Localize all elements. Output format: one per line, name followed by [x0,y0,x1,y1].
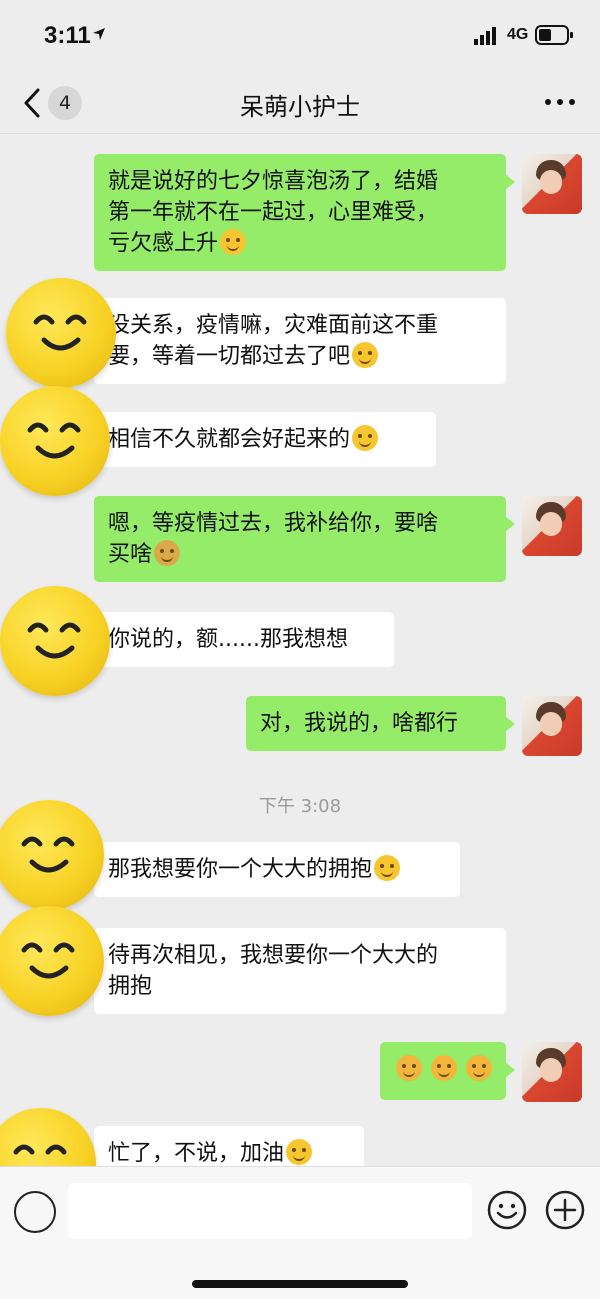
message-text-line: 要，等着一切都过去了吧 [108,341,492,372]
wink-emoji-icon [352,425,379,451]
message-bubble-incoming[interactable]: 那我想要你一个大大的拥抱 [94,842,460,897]
message-text-line: 对，我说的，啥都行 [260,711,459,736]
message-text-line: 你说的，额......那我想想 [108,627,348,652]
chat-title: 呆萌小护士 [240,93,360,121]
home-indicator [192,1280,408,1288]
message-list[interactable]: 就是说好的七夕惊喜泡汤了，结婚 第一年就不在一起过，心里难受， 亏欠感上升 没关… [0,134,600,1166]
location-arrow-icon [93,28,105,40]
emoji-icon[interactable] [486,1189,528,1231]
message-bubble-incoming[interactable]: 你说的，额......那我想想 [94,612,394,667]
flex-emoji-icon [286,1139,313,1165]
message-bubble-incoming[interactable]: 待再次相见，我想要你一个大大的 拥抱 [94,928,506,1014]
self-avatar[interactable] [522,154,582,214]
message-text-line: 拥抱 [108,974,153,999]
message-bubble-outgoing[interactable]: 就是说好的七夕惊喜泡汤了，结婚 第一年就不在一起过，心里难受， 亏欠感上升 [94,154,515,271]
voice-icon[interactable] [14,1191,56,1233]
message-input[interactable] [68,1183,472,1239]
smile-emoji-icon [352,342,379,368]
contact-avatar-smiley-icon[interactable] [0,906,104,1016]
signal-icon [474,27,496,45]
self-avatar[interactable] [522,1042,582,1102]
more-icon[interactable] [540,92,580,112]
contact-avatar-smiley-icon[interactable] [0,386,110,496]
status-bar: 3:11 4G [0,0,600,72]
plus-icon[interactable] [544,1189,586,1231]
message-bubble-incoming[interactable]: 没关系，疫情嘛，灾难面前这不重 要，等着一切都过去了吧 [94,298,506,384]
message-text-line: 亏欠感上升 [108,228,492,259]
hug-emoji-icon [154,540,181,566]
crying-emoji-icon [466,1055,492,1081]
message-text-line: 相信不久就都会好起来的 [108,424,422,455]
message-bubble-outgoing[interactable] [380,1042,515,1100]
message-text-line: 待再次相见，我想要你一个大大的 [108,943,439,968]
contact-avatar-smiley-icon[interactable] [0,586,110,696]
message-text-line: 那我想要你一个大大的拥抱 [108,854,446,885]
contact-avatar-smiley-icon[interactable] [0,1108,96,1166]
sneeze-emoji-icon [220,229,247,255]
network-type: 4G [507,26,529,43]
message-bubble-incoming[interactable]: 相信不久就都会好起来的 [94,412,436,467]
contact-avatar-smiley-icon[interactable] [6,278,116,388]
contact-avatar-smiley-icon[interactable] [0,800,104,910]
chat-header: 4 呆萌小护士 [0,72,600,134]
self-avatar[interactable] [522,696,582,756]
message-bubble-outgoing[interactable]: 对，我说的，啥都行 [246,696,515,751]
crying-emoji-icon [431,1055,457,1081]
blush-emoji-icon [374,855,401,881]
crying-emoji-icon [396,1055,422,1081]
message-text-line: 买啥 [108,539,492,570]
message-bubble-incoming[interactable]: 忙了，不说，加油 [94,1126,364,1166]
status-time: 3:11 [44,22,91,49]
message-text-line: 第一年就不在一起过，心里难受， [108,200,439,225]
message-text-line: 忙了，不说，加油 [108,1138,350,1166]
message-text-line: 就是说好的七夕惊喜泡汤了，结婚 [108,169,439,194]
message-bubble-outgoing[interactable]: 嗯，等疫情过去，我补给你，要啥 买啥 [94,496,515,582]
battery-icon [535,25,573,45]
self-avatar[interactable] [522,496,582,556]
input-bar [0,1166,600,1299]
message-text-line: 没关系，疫情嘛，灾难面前这不重 [108,313,439,338]
message-text-line: 嗯，等疫情过去，我补给你，要啥 [108,511,439,536]
